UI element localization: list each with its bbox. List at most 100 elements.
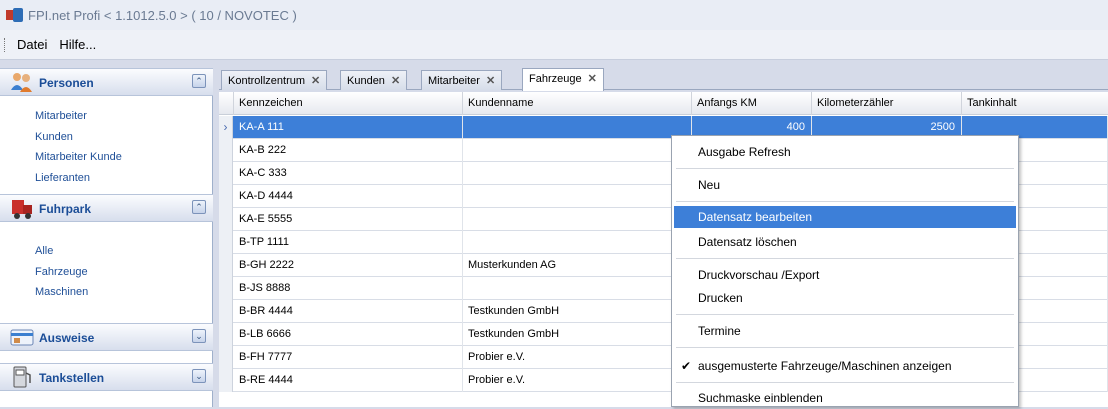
cell-kundenname[interactable]: Probier e.V. [463, 346, 692, 369]
group-header-tankstellen[interactable]: Tankstellen ⌄ [0, 363, 213, 391]
window-titlebar: FPI.net Profi < 1.1012.5.0 > ( 10 / NOVO… [0, 0, 1108, 30]
cell-kennzeichen[interactable]: B-RE 4444 [234, 369, 463, 392]
cell-kundenname[interactable]: Musterkunden AG [463, 254, 692, 277]
tab-label: Kunden [347, 75, 385, 87]
group-header-fuhrpark[interactable]: Fuhrpark ⌃ [0, 194, 213, 222]
cell-kennzeichen[interactable]: B-LB 6666 [234, 323, 463, 346]
cell-kennzeichen[interactable]: KA-D 4444 [234, 185, 463, 208]
menu-item-neu[interactable]: Neu [674, 174, 1016, 196]
cell-kennzeichen[interactable]: B-BR 4444 [234, 300, 463, 323]
close-icon[interactable]: ✕ [391, 75, 400, 87]
cell-kundenname[interactable]: Probier e.V. [463, 369, 692, 392]
checkmark-icon: ✔ [681, 359, 692, 373]
menu-bar: Datei Hilfe... [0, 30, 1108, 60]
row-indicator[interactable] [219, 323, 233, 346]
nav-maschinen[interactable]: Maschinen [0, 282, 213, 303]
row-indicator[interactable] [219, 254, 233, 277]
grid-header: Kennzeichen Kundenname Anfangs KM Kilome… [219, 92, 1108, 115]
cell-kennzeichen[interactable]: KA-E 5555 [234, 208, 463, 231]
row-indicator[interactable] [219, 208, 233, 231]
menu-item-datensatz-loeschen[interactable]: Datensatz löschen [674, 231, 1016, 253]
cell-kennzeichen[interactable]: B-JS 8888 [234, 277, 463, 300]
cell-kundenname[interactable] [463, 231, 692, 254]
cell-kennzeichen[interactable]: KA-A 111 [234, 116, 463, 139]
group-header-personen[interactable]: Personen ⌃ [0, 68, 213, 96]
cell-kundenname[interactable] [463, 185, 692, 208]
tab-label: Fahrzeuge [529, 73, 582, 85]
truck-icon [12, 200, 32, 219]
menu-item-suchmaske-einblenden[interactable]: Suchmaske einblenden [674, 387, 1016, 409]
expand-down-icon[interactable]: ⌄ [192, 369, 206, 383]
col-kilometerzaehler[interactable]: Kilometerzähler [812, 92, 962, 115]
row-indicator[interactable] [219, 346, 233, 369]
menu-item-drucken[interactable]: Drucken [674, 287, 1016, 309]
cell-kundenname[interactable] [463, 116, 692, 139]
document-tabstrip: Kontrollzentrum ✕ Kunden ✕ Mitarbeiter ✕ Fa… [219, 68, 1108, 91]
menu-separator [676, 258, 1014, 259]
cell-kundenname[interactable] [463, 162, 692, 185]
fuel-pump-icon [13, 366, 31, 388]
cell-kennzeichen[interactable]: KA-C 333 [234, 162, 463, 185]
people-icon [11, 73, 32, 92]
menu-item-druckvorschau-export[interactable]: Druckvorschau /Export [674, 264, 1016, 286]
collapse-up-icon[interactable]: ⌃ [192, 74, 206, 88]
col-kundenname[interactable]: Kundenname [463, 92, 692, 115]
navigation-sidebar: Personen ⌃ Mitarbeiter Kunden Mitarbeite… [0, 68, 213, 407]
row-indicator[interactable]: › [219, 116, 233, 139]
tab-label: Mitarbeiter [428, 75, 480, 87]
row-indicator[interactable] [219, 277, 233, 300]
cell-kundenname[interactable] [463, 139, 692, 162]
group-title: Ausweise [39, 331, 95, 345]
tab-kontrollzentrum[interactable]: Kontrollzentrum ✕ [221, 70, 328, 90]
row-indicator[interactable] [219, 139, 233, 162]
group-header-ausweise[interactable]: Ausweise ⌄ [0, 323, 213, 351]
menu-item-termine[interactable]: Termine [674, 320, 1016, 342]
window-title: FPI.net Profi < 1.1012.5.0 > ( 10 / NOVO… [28, 7, 297, 23]
row-indicator-header [219, 92, 234, 115]
close-icon[interactable]: ✕ [486, 75, 495, 87]
row-indicator[interactable] [219, 162, 233, 185]
col-kennzeichen[interactable]: Kennzeichen [234, 92, 463, 115]
menu-hilfe[interactable]: Hilfe... [53, 34, 102, 55]
cell-kennzeichen[interactable]: B-TP 1111 [234, 231, 463, 254]
row-indicator[interactable] [219, 231, 233, 254]
nav-kunden[interactable]: Kunden [0, 127, 213, 148]
menu-datei[interactable]: Datei [11, 34, 53, 55]
collapse-up-icon[interactable]: ⌃ [192, 200, 206, 214]
menu-separator [676, 201, 1014, 202]
toolbar-grip-icon[interactable] [4, 37, 7, 52]
menu-item-ausgemusterte-anzeigen[interactable]: ✔ ausgemusterte Fahrzeuge/Maschinen anze… [674, 355, 1016, 377]
col-tankinhalt[interactable]: Tankinhalt [962, 92, 1108, 115]
group-title: Tankstellen [39, 371, 105, 385]
group-title: Personen [39, 76, 94, 90]
tab-fahrzeuge[interactable]: Fahrzeuge ✕ [522, 68, 604, 91]
cell-kundenname[interactable]: Testkunden GmbH [463, 300, 692, 323]
cell-kennzeichen[interactable]: B-FH 7777 [234, 346, 463, 369]
cell-kennzeichen[interactable]: B-GH 2222 [234, 254, 463, 277]
col-anfangs-km[interactable]: Anfangs KM [692, 92, 812, 115]
group-items-fuhrpark: Alle Fahrzeuge Maschinen [0, 241, 213, 303]
nav-alle[interactable]: Alle [0, 241, 213, 262]
cell-kennzeichen[interactable]: KA-B 222 [234, 139, 463, 162]
cell-kundenname[interactable] [463, 277, 692, 300]
row-indicator[interactable] [219, 185, 233, 208]
row-indicator[interactable] [219, 369, 233, 392]
cell-kundenname[interactable]: Testkunden GmbH [463, 323, 692, 346]
nav-mitarbeiter[interactable]: Mitarbeiter [0, 106, 213, 127]
app-logo-icon [6, 8, 24, 22]
menu-separator [676, 347, 1014, 348]
tab-kunden[interactable]: Kunden ✕ [340, 70, 408, 90]
close-icon[interactable]: ✕ [311, 75, 320, 87]
close-icon[interactable]: ✕ [588, 73, 597, 85]
tab-mitarbeiter[interactable]: Mitarbeiter ✕ [421, 70, 503, 90]
nav-mitarbeiter-kunde[interactable]: Mitarbeiter Kunde [0, 147, 213, 168]
menu-item-ausgabe-refresh[interactable]: Ausgabe Refresh [674, 141, 1016, 163]
context-menu: Ausgabe Refresh Neu Datensatz bearbeiten… [671, 135, 1019, 407]
nav-fahrzeuge[interactable]: Fahrzeuge [0, 262, 213, 283]
cell-kundenname[interactable] [463, 208, 692, 231]
nav-lieferanten[interactable]: Lieferanten [0, 168, 213, 189]
menu-item-datensatz-bearbeiten[interactable]: Datensatz bearbeiten [674, 206, 1016, 228]
group-items-personen: Mitarbeiter Kunden Mitarbeiter Kunde Lie… [0, 106, 213, 188]
row-indicator[interactable] [219, 300, 233, 323]
expand-down-icon[interactable]: ⌄ [192, 329, 206, 343]
